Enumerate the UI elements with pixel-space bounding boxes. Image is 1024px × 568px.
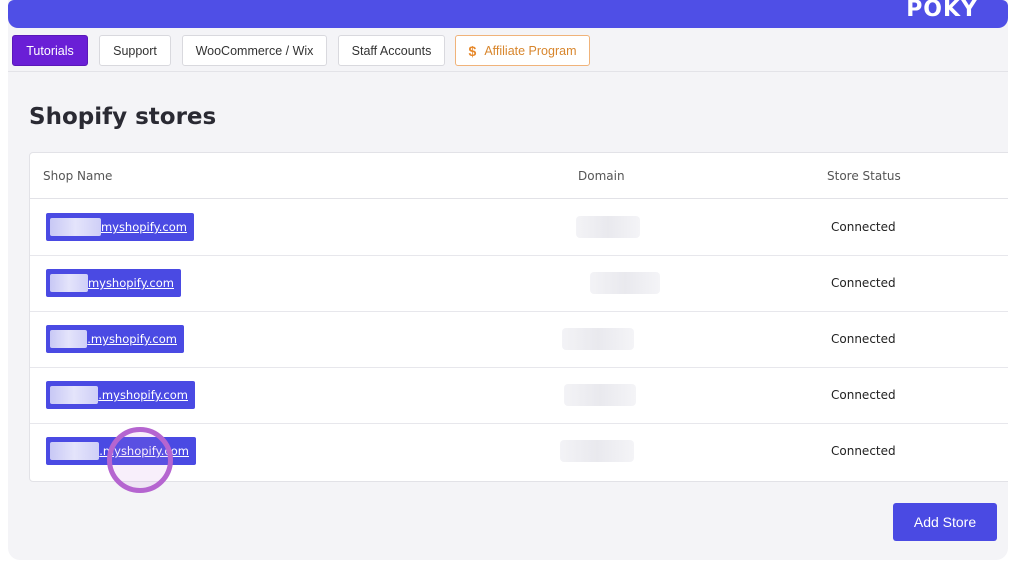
- app-frame: POKY Tutorials Support WooCommerce / Wix…: [8, 0, 1008, 560]
- table-row: .myshopify.com Connected: [30, 312, 1008, 368]
- brand-logo: POKY: [906, 0, 978, 22]
- shop-domain-suffix: myshopify.com: [100, 220, 187, 234]
- shop-domain-suffix: myshopify.com: [87, 276, 174, 290]
- redacted-shop-name: [50, 274, 88, 292]
- table-row: .myshopify.com Connected: [30, 368, 1008, 424]
- tab-tutorials[interactable]: Tutorials: [12, 35, 88, 66]
- store-status: Connected: [831, 444, 896, 458]
- table-header: Shop Name Domain Store Status: [30, 153, 1008, 199]
- click-highlight-ring: [107, 427, 173, 493]
- header-domain: Domain: [578, 169, 625, 183]
- add-store-button[interactable]: Add Store: [893, 503, 997, 541]
- table-row: .myshopify.com Connected: [30, 424, 1008, 480]
- shop-link[interactable]: .myshopify.com: [46, 325, 184, 353]
- redacted-domain: [590, 272, 660, 294]
- redacted-shop-name: [50, 442, 100, 460]
- header-shop-name: Shop Name: [43, 169, 113, 183]
- redacted-shop-name: [50, 218, 101, 236]
- redacted-domain: [576, 216, 640, 238]
- redacted-domain: [564, 384, 636, 406]
- redacted-domain: [560, 440, 634, 462]
- top-bar: POKY: [8, 0, 1008, 28]
- affiliate-label: Affiliate Program: [484, 43, 577, 58]
- redacted-domain: [562, 328, 634, 350]
- shop-domain-suffix: .myshopify.com: [98, 388, 188, 402]
- dollar-icon: $: [468, 42, 477, 59]
- tab-staff-accounts[interactable]: Staff Accounts: [338, 35, 445, 66]
- tab-affiliate-program[interactable]: $ Affiliate Program: [455, 35, 590, 66]
- shop-link[interactable]: myshopify.com: [46, 269, 181, 297]
- page-title: Shopify stores: [29, 104, 217, 130]
- store-status: Connected: [831, 220, 896, 234]
- stores-table: Shop Name Domain Store Status myshopify.…: [29, 152, 1008, 482]
- table-row: myshopify.com Connected: [30, 256, 1008, 312]
- store-status: Connected: [831, 332, 896, 346]
- shop-link[interactable]: myshopify.com: [46, 213, 194, 241]
- tab-support[interactable]: Support: [99, 35, 171, 66]
- redacted-shop-name: [50, 386, 99, 404]
- shop-domain-suffix: .myshopify.com: [87, 332, 177, 346]
- store-status: Connected: [831, 388, 896, 402]
- tab-woocommerce-wix[interactable]: WooCommerce / Wix: [182, 35, 327, 66]
- shop-link[interactable]: .myshopify.com: [46, 381, 195, 409]
- redacted-shop-name: [50, 330, 88, 348]
- nav-divider: [8, 71, 1008, 72]
- table-row: myshopify.com Connected: [30, 200, 1008, 256]
- header-store-status: Store Status: [827, 169, 901, 183]
- store-status: Connected: [831, 276, 896, 290]
